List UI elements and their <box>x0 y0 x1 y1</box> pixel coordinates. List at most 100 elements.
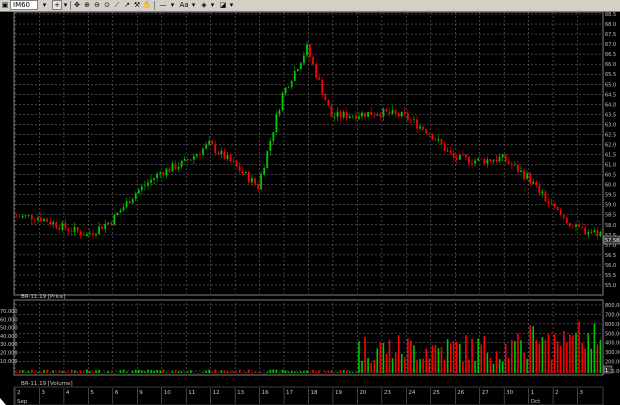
volume-bar <box>95 370 97 373</box>
candle-body <box>67 228 70 231</box>
volume-left-tick-label: 20.000 <box>0 351 18 357</box>
volume-bar <box>217 372 220 373</box>
candle-body <box>471 163 473 165</box>
volume-bar <box>266 371 269 373</box>
candle-body <box>147 182 149 186</box>
line-style-icon[interactable]: — <box>157 0 169 11</box>
candle-body <box>171 163 174 172</box>
candle-body <box>422 126 425 130</box>
text-icon[interactable]: Aa <box>178 0 190 11</box>
volume-bar <box>455 341 458 373</box>
volume-bar <box>104 372 106 373</box>
time-day-label: 11 <box>188 390 195 396</box>
candle-body <box>431 133 434 140</box>
zoom-in-icon[interactable]: ⊕ <box>82 0 92 11</box>
volume-bar <box>385 353 388 373</box>
volume-bar <box>410 340 412 373</box>
zoom-reset-icon[interactable]: ⊙ <box>102 0 112 11</box>
candle-body <box>21 215 24 218</box>
crosshair-icon[interactable]: + <box>52 0 62 10</box>
ray-icon[interactable]: ↗ <box>122 0 132 11</box>
time-day-label: 12 <box>213 390 220 396</box>
price-tick-label: 56.0 <box>605 263 616 269</box>
candle-body <box>449 150 452 154</box>
volume-bar <box>214 369 217 373</box>
volume-bar <box>437 348 440 373</box>
volume-bar <box>459 343 461 373</box>
volume-bar <box>480 344 483 373</box>
symbol-selector[interactable]: IM60 <box>10 0 38 10</box>
candle-body <box>373 114 376 116</box>
volume-bar <box>547 334 550 373</box>
fill-dropdown-icon[interactable]: ▾ <box>209 0 216 11</box>
volume-bar <box>388 339 391 373</box>
candle-body <box>520 170 522 172</box>
candle-body <box>229 155 232 162</box>
volume-bar <box>49 372 51 373</box>
candle-body <box>95 233 97 235</box>
settings-dropdown-icon[interactable]: ▾ <box>228 0 235 11</box>
volume-bar <box>113 372 116 374</box>
volume-bar <box>177 371 180 373</box>
price-tick-label: 65.0 <box>605 82 616 88</box>
candle-body <box>150 179 152 183</box>
volume-bar <box>364 336 366 373</box>
hand-icon[interactable]: ✋ <box>142 0 152 11</box>
candle-body <box>140 186 143 190</box>
volume-bar <box>404 357 406 373</box>
settings-icon[interactable]: ◪ <box>218 0 228 11</box>
volume-bar <box>355 372 357 373</box>
candle-body <box>33 219 36 221</box>
candle-body <box>388 111 391 114</box>
candle-body <box>18 216 21 218</box>
price-tick-label: 64.0 <box>605 102 616 108</box>
candle-body <box>223 150 226 160</box>
candle-body <box>364 112 366 117</box>
volume-bar <box>498 359 501 373</box>
tool-icon[interactable]: ⚒ <box>132 0 142 11</box>
volume-bar <box>452 341 455 373</box>
candle-body <box>358 116 360 119</box>
candle-body <box>541 191 544 194</box>
fill-icon[interactable]: ◈ <box>199 0 209 11</box>
volume-bar <box>125 371 128 373</box>
price-tick-label: 58.0 <box>605 223 616 229</box>
symbol-dropdown-icon[interactable]: ▾ <box>40 0 49 11</box>
crosshair-dropdown-icon[interactable]: ▾ <box>62 0 69 11</box>
candle-body <box>202 148 204 155</box>
candle-body <box>529 173 532 184</box>
volume-bar <box>523 353 525 373</box>
candle-body <box>296 69 299 71</box>
volume-bar <box>367 358 369 373</box>
volume-bar <box>110 371 113 373</box>
volume-bar <box>581 342 583 373</box>
candle-body <box>480 158 483 160</box>
text-dropdown-icon[interactable]: ▾ <box>190 0 197 11</box>
candle-body <box>27 215 30 216</box>
chart-canvas: 68.5 68.0 67.5 67.0 66.5 66.0 65.5 65.0 64.5 64.0… <box>0 11 620 405</box>
volume-bar <box>376 348 379 373</box>
chart-menu-icon[interactable]: ▣ <box>1 0 9 11</box>
volume-bar <box>434 345 437 373</box>
candle-body <box>486 159 489 164</box>
volume-tick-label: 600.00 <box>605 322 620 328</box>
volume-bar <box>352 372 354 373</box>
move-icon[interactable]: ✥ <box>72 0 82 11</box>
volume-bar <box>55 372 58 374</box>
zoom-out-icon[interactable]: ⊖ <box>92 0 102 11</box>
volume-bar <box>535 339 538 373</box>
candle-body <box>452 153 455 158</box>
time-day-label: 9 <box>139 390 143 396</box>
candle-body <box>523 170 525 179</box>
volume-bar <box>599 339 602 373</box>
time-day-label: 18 <box>311 390 318 396</box>
volume-bar <box>578 321 580 373</box>
draw-line-icon[interactable]: ⟋ <box>112 0 122 11</box>
candle-body <box>370 111 373 115</box>
volume-bar <box>413 345 415 373</box>
mouse-cursor-icon <box>0 398 6 405</box>
volume-bar <box>89 371 91 373</box>
candle-body <box>37 217 39 221</box>
candle-body <box>104 223 107 230</box>
line-style-dropdown-icon[interactable]: ▾ <box>169 0 176 11</box>
